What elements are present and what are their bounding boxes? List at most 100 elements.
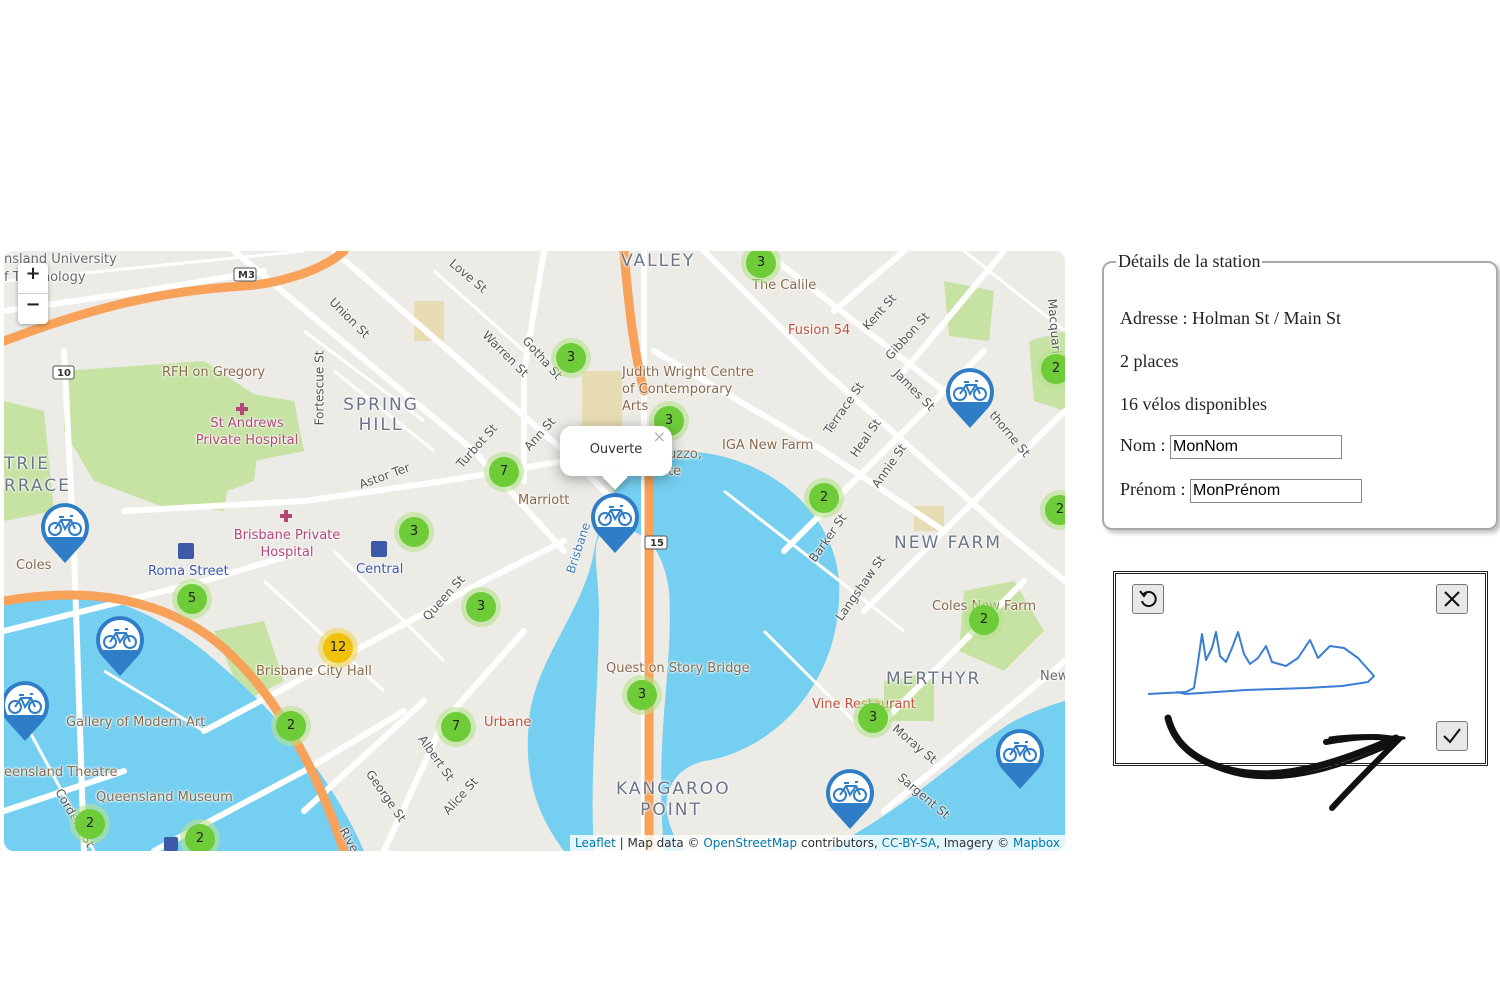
validate-signature-button[interactable] [1436,721,1468,751]
station-details-panel: Détails de la station Adresse : Holman S… [1102,251,1498,530]
label-roma-street: Roma Street [148,564,229,579]
station-cluster[interactable]: 2 [271,706,311,746]
label-urbane: Urbane [484,715,532,730]
reset-signature-button[interactable] [1132,584,1164,614]
address-label: Adresse : [1120,308,1192,328]
mapbox-link[interactable]: Mapbox [1013,836,1060,850]
cluster-count: 2 [185,824,215,851]
label-central: Central [356,562,404,577]
route-shield-m3: M3 [238,270,255,281]
address-row: Adresse : Holman St / Main St [1120,308,1341,329]
cluster-count: 7 [441,712,471,742]
attribution-text: | Map data © [615,836,704,850]
cluster-count: 3 [399,517,429,547]
label-judith-wright: Judith Wright Centre of Contemporary Art… [622,365,754,414]
prenom-label: Prénom : [1120,479,1190,500]
bike-station-marker[interactable] [995,729,1045,791]
cluster-count: 2 [276,711,306,741]
label-marriott: Marriott [518,493,570,508]
label-qld-museum: Queensland Museum [96,790,233,805]
label-fortescue-st: Fortescue St [312,350,327,426]
cluster-count: 2 [1045,495,1065,525]
cluster-count: 3 [556,343,586,373]
label-fusion54: Fusion 54 [788,323,851,338]
cluster-count: 3 [858,703,888,733]
cluster-count: 7 [489,457,519,487]
cluster-count: 2 [969,605,999,635]
station-cluster[interactable]: 7 [436,707,476,747]
check-icon [1443,728,1461,744]
cluster-count: 3 [466,592,496,622]
cc-by-sa-link[interactable]: CC-BY-SA [882,836,937,850]
zoom-out-button[interactable]: − [18,294,48,324]
station-cluster[interactable]: 3 [622,675,662,715]
station-cluster[interactable]: 2 [964,600,1004,640]
label-city-hall: Brisbane City Hall [256,664,372,679]
prenom-row: Prénom : [1120,479,1362,503]
svg-text:15: 15 [650,538,664,549]
station-cluster[interactable]: 7 [484,452,524,492]
station-cluster[interactable]: 2 [180,819,220,851]
label-gallery: Gallery of Modern Art [66,715,206,730]
map-attribution: Leaflet | Map data © OpenStreetMap contr… [569,835,1065,851]
cluster-count: 2 [75,809,105,839]
label-terrace-1: TRIE [4,454,50,474]
prenom-input[interactable] [1190,479,1362,503]
nom-row: Nom : [1120,435,1343,459]
station-cluster[interactable]: 3 [461,587,501,627]
cluster-count: 12 [323,633,353,663]
bikes-available-text: 16 vélos disponibles [1120,394,1267,414]
station-cluster[interactable]: 3 [853,698,893,738]
label-terrace-2: RRACE [4,476,71,496]
label-new-farm: NEW FARM [894,533,1002,553]
label-merthyr: MERTHYR [886,669,982,689]
station-cluster[interactable]: 2 [70,804,110,844]
attribution-text: contributors, [797,836,882,850]
bike-station-marker[interactable] [40,503,90,565]
address-value: Holman St / Main St [1191,308,1341,328]
cluster-count: 2 [1041,354,1065,384]
nom-input[interactable] [1170,435,1343,459]
label-iga: IGA New Farm [722,438,814,453]
bike-station-marker[interactable] [4,681,50,743]
label-qld-theatre: eensland Theatre [4,765,118,780]
label-kangaroo-point: KANGAROO POINT [616,779,731,820]
osm-link[interactable]: OpenStreetMap [703,836,797,850]
label-quest: Quest on Story Bridge [606,661,750,676]
label-valley: VALLEY [621,251,696,271]
nom-label: Nom : [1120,435,1171,456]
station-popup: Ouverte × [560,426,672,490]
label-brisbane-private: Brisbane Private Hospital [233,528,341,560]
station-cluster[interactable]: 3 [551,338,591,378]
cluster-count: 3 [746,251,776,278]
station-cluster[interactable]: 2 [804,478,844,518]
signature-stroke [1147,631,1375,695]
station-map[interactable]: M3 10 15 + − nsland University f Technol… [4,251,1065,851]
popup-close-button[interactable]: × [653,427,666,446]
station-cluster[interactable]: 3 [394,512,434,552]
station-cluster[interactable]: 5 [172,579,212,619]
bike-station-marker[interactable] [945,368,995,430]
label-spring-hill: SPRING HILL [343,395,419,435]
label-new: New [1040,669,1065,684]
zoom-control: + − [18,263,48,324]
leaflet-link[interactable]: Leaflet [575,836,616,850]
close-icon [1444,591,1460,607]
label-rfh: RFH on Gregory [162,365,266,380]
undo-icon [1139,590,1157,608]
label-st-andrews: St Andrews Private Hospital [195,416,299,448]
label-azzo: uzzo, [668,447,702,462]
details-legend: Détails de la station [1118,251,1261,271]
places-text: 2 places [1120,351,1179,371]
bike-station-marker-selected[interactable] [590,493,640,555]
svg-text:10: 10 [57,368,71,379]
zoom-in-button[interactable]: + [18,263,48,294]
cluster-count: 3 [627,680,657,710]
station-cluster-large[interactable]: 12 [318,628,358,668]
cluster-count: 5 [177,584,207,614]
bike-station-marker[interactable] [825,769,875,831]
cluster-count: 2 [809,483,839,513]
bike-station-marker[interactable] [95,616,145,678]
attribution-text: , Imagery © [936,836,1013,850]
clear-signature-button[interactable] [1436,584,1468,614]
